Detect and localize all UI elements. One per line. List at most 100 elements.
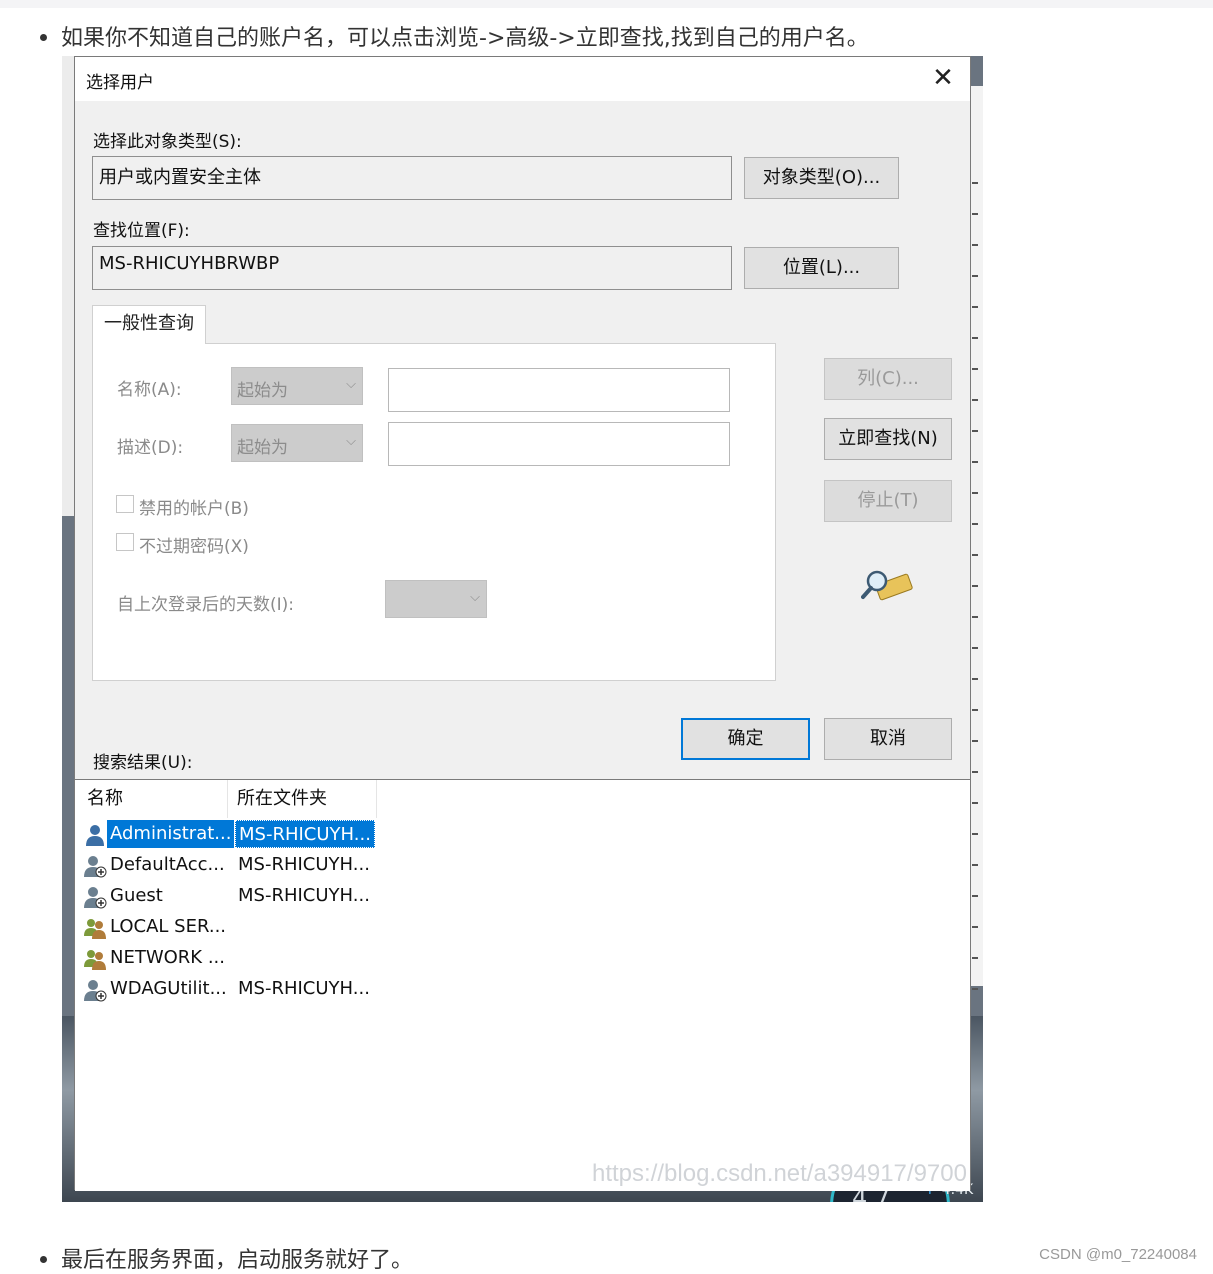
user-icon (86, 825, 104, 846)
background-dot (972, 368, 978, 370)
disabled-user-icon (84, 856, 107, 878)
tab-common-queries[interactable]: 一般性查询 (92, 305, 206, 344)
column-header-name[interactable]: 名称 (78, 780, 228, 818)
search-magnifier-icon (861, 570, 913, 601)
ok-button[interactable]: 确定 (681, 718, 810, 760)
article-text-2: 最后在服务界面，启动服务就好了。 (61, 1248, 414, 1273)
dialog-title: 选择用户 (86, 73, 154, 93)
article-text-1: 如果你不知道自己的账户名，可以点击浏览->高级->立即查找,找到自己的用户名。 (61, 26, 869, 51)
background-dot (972, 585, 978, 587)
blog-watermark: https://blog.csdn.net/a394917/9700 (592, 1160, 967, 1187)
close-icon[interactable]: ✕ (926, 61, 960, 95)
background-dot (972, 988, 978, 990)
result-folder: MS-RHICUYH... (238, 885, 370, 906)
search-results-list[interactable]: 名称 所在文件夹 Administrat... MS-RHICUYH... De… (75, 779, 970, 1191)
background-dot (972, 182, 978, 184)
disabled-user-icon (84, 980, 107, 1002)
csdn-credit: CSDN @m0_72240084 (1039, 1246, 1197, 1263)
background-dot (972, 678, 978, 680)
stop-button[interactable]: 停止(T) (824, 480, 952, 522)
background-dot (972, 306, 978, 308)
result-name: NETWORK ... (110, 947, 225, 968)
screenshot-image: 4.7 ↑4.4K 选择用户 ✕ 选择此对象类型(S): 用户或内置安全主体 对… (62, 56, 983, 1202)
name-match-select[interactable]: 起始为 ⌵ (231, 367, 363, 405)
background-dot (972, 740, 978, 742)
background-dot (972, 647, 978, 649)
chevron-down-icon: ⌵ (346, 377, 356, 392)
group-icon (84, 950, 106, 970)
background-dot (972, 616, 978, 618)
result-folder: MS-RHICUYH... (238, 854, 370, 875)
bullet-dot (40, 1255, 47, 1263)
background-window-right (970, 86, 983, 1021)
disabled-user-icon (84, 887, 107, 909)
disabled-accounts-label: 禁用的帐户(B) (139, 499, 249, 519)
days-since-logon-label: 自上次登录后的天数(I): (117, 595, 295, 615)
background-window-left (62, 56, 74, 516)
article-bullet-2: 最后在服务界面，启动服务就好了。 (40, 1242, 413, 1274)
result-folder: MS-RHICUYH... (238, 978, 370, 999)
background-dot (972, 895, 978, 897)
object-types-button[interactable]: 对象类型(O)... (744, 157, 899, 199)
result-name: DefaultAcc... (110, 854, 225, 875)
background-dot (972, 554, 978, 556)
description-match-select[interactable]: 起始为 ⌵ (231, 424, 363, 462)
result-name: WDAGUtilit... (110, 978, 227, 999)
common-queries-panel: 名称(A): 起始为 ⌵ 描述(D): 起始为 ⌵ 禁用的帐户(B) 不过期密码… (92, 343, 776, 681)
result-name: Administrat... (107, 820, 235, 848)
article-bullet-1: 如果你不知道自己的账户名，可以点击浏览->高级->立即查找,找到自己的用户名。 (40, 20, 869, 52)
result-row[interactable]: Administrat... MS-RHICUYH... (81, 820, 381, 850)
background-dot (972, 275, 978, 277)
result-name: LOCAL SER... (110, 916, 227, 937)
background-dot (972, 709, 978, 711)
description-input[interactable] (388, 422, 730, 466)
dialog-titlebar: 选择用户 ✕ (75, 57, 970, 101)
name-match-value: 起始为 (237, 381, 288, 401)
background-dot (972, 523, 978, 525)
result-row[interactable]: DefaultAcc... MS-RHICUYH... (81, 851, 381, 881)
background-dot (972, 213, 978, 215)
object-type-field: 用户或内置安全主体 (92, 156, 732, 200)
chevron-down-icon: ⌵ (346, 434, 356, 449)
background-dot (972, 802, 978, 804)
days-since-logon-select[interactable]: ⌵ (385, 580, 487, 618)
result-row[interactable]: NETWORK ... (81, 944, 381, 974)
background-dot (972, 244, 978, 246)
non-expiring-password-checkbox[interactable] (116, 533, 134, 551)
description-label: 描述(D): (117, 438, 184, 458)
column-header-folder[interactable]: 所在文件夹 (228, 780, 377, 818)
background-dot (972, 337, 978, 339)
name-input[interactable] (388, 368, 730, 412)
name-label: 名称(A): (117, 380, 182, 400)
columns-button[interactable]: 列(C)... (824, 358, 952, 400)
background-dot (972, 771, 978, 773)
background-dot (972, 492, 978, 494)
result-row[interactable]: WDAGUtilit... MS-RHICUYH... (81, 975, 381, 1005)
background-dot (972, 461, 978, 463)
result-folder (235, 944, 241, 972)
background-dot (972, 957, 978, 959)
background-dot (972, 864, 978, 866)
background-dot (972, 430, 978, 432)
result-row[interactable]: Guest MS-RHICUYH... (81, 882, 381, 912)
object-type-label: 选择此对象类型(S): (93, 132, 242, 152)
page-top-border (0, 0, 1213, 8)
background-dot (972, 833, 978, 835)
background-dot (972, 926, 978, 928)
select-user-dialog: 选择用户 ✕ 选择此对象类型(S): 用户或内置安全主体 对象类型(O)... … (74, 56, 971, 1191)
disabled-accounts-checkbox[interactable] (116, 495, 134, 513)
location-field: MS-RHICUYHBRWBP (92, 246, 732, 290)
non-expiring-password-label: 不过期密码(X) (139, 537, 249, 557)
result-folder (235, 913, 241, 941)
result-name: Guest (110, 885, 163, 906)
search-results-label: 搜索结果(U): (93, 753, 193, 773)
bullet-dot (40, 33, 47, 41)
cancel-button[interactable]: 取消 (824, 718, 952, 760)
chevron-down-icon: ⌵ (470, 590, 480, 605)
description-match-value: 起始为 (237, 438, 288, 458)
group-icon (84, 919, 106, 939)
locations-button[interactable]: 位置(L)... (744, 247, 899, 289)
find-now-button[interactable]: 立即查找(N) (824, 418, 952, 460)
result-row[interactable]: LOCAL SER... (81, 913, 381, 943)
location-label: 查找位置(F): (93, 221, 190, 241)
